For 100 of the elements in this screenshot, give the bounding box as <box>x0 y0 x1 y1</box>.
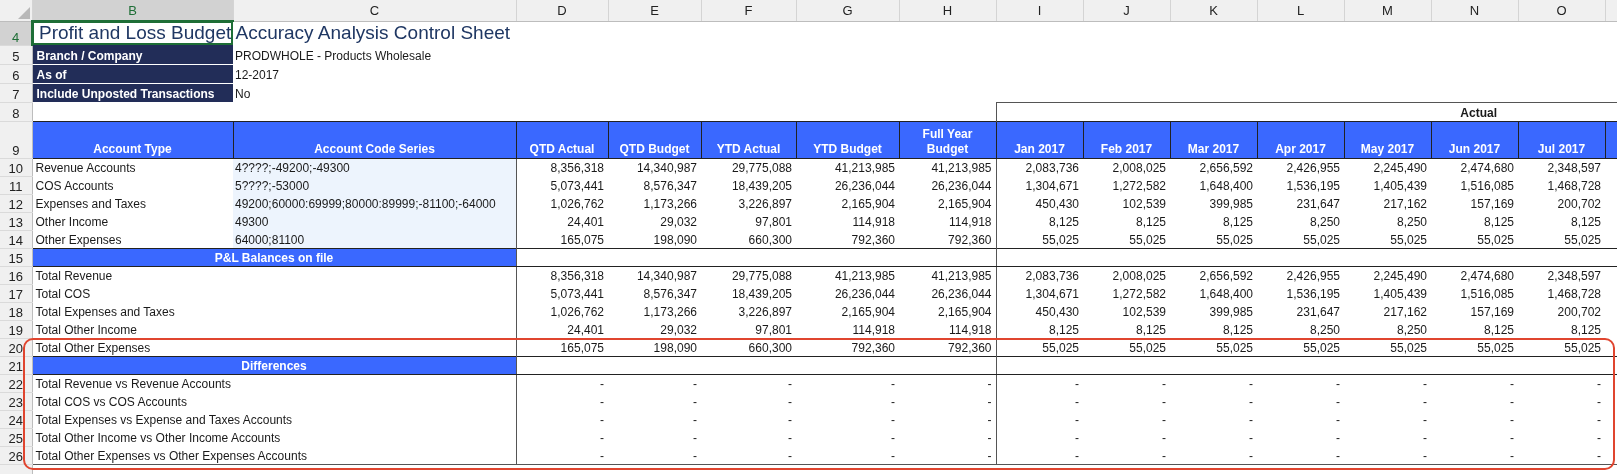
column-header[interactable]: K <box>1170 0 1257 21</box>
row-label: Total Other Expenses <box>32 338 516 356</box>
difference-cell-text: - <box>1161 430 1167 446</box>
amount-cell-text: 1,648,400 <box>1198 178 1254 194</box>
amount-cell-text: 200,702 <box>1556 304 1602 320</box>
amount-cell-text: 3,226,897 <box>737 304 793 320</box>
amount-cell-text: 1,468,728 <box>1546 178 1602 194</box>
difference-cell: - <box>796 446 899 464</box>
account-code: 5????;-53000 <box>233 176 516 194</box>
amount-cell-text: 3,226,897 <box>737 196 793 212</box>
amount-cell-text: 8,250 <box>1308 214 1341 230</box>
amount-cell: 14,340,987 <box>608 266 701 284</box>
row-header[interactable]: 4 <box>0 21 32 45</box>
row-label: Total Revenue vs Revenue Accounts <box>32 374 516 392</box>
difference-cell: - <box>996 446 1083 464</box>
difference-cell-text: - <box>890 394 896 410</box>
section-banner: P&L Balances on file <box>32 248 516 266</box>
column-title: YTD Actual <box>701 121 796 158</box>
amount-cell-text: 2,165,904 <box>840 304 896 320</box>
difference-cell-text: - <box>1422 430 1428 446</box>
amount-cell-text: 97,801 <box>754 214 793 230</box>
column-header[interactable]: M <box>1344 0 1431 21</box>
column-header[interactable]: J <box>1083 0 1170 21</box>
amount-cell-text: 157,169 <box>1469 196 1515 212</box>
row-label: Other Expenses <box>32 230 233 248</box>
column-header[interactable]: N <box>1431 0 1518 21</box>
difference-cell-text: - <box>1248 412 1254 428</box>
amount-cell: 24,401 <box>516 212 608 230</box>
difference-cell-text: - <box>1248 394 1254 410</box>
amount-cell: 114,918 <box>899 320 996 338</box>
column-title: YTD Budget <box>796 121 899 158</box>
amount-cell: 2,474,680 <box>1431 266 1518 284</box>
amount-cell: 8,356,318 <box>516 266 608 284</box>
amount-cell: 26,236,044 <box>899 176 996 194</box>
amount-cell: 29,775,088 <box>701 158 796 176</box>
column-header[interactable]: H <box>899 0 996 21</box>
amount-cell-text: 1,405,439 <box>1372 178 1428 194</box>
column-header[interactable]: E <box>608 0 701 21</box>
difference-cell: - <box>899 374 996 392</box>
amount-cell: 55,025 <box>1518 230 1605 248</box>
amount-cell: 792,360 <box>796 230 899 248</box>
difference-cell: - <box>796 374 899 392</box>
amount-cell-text: 8,125 <box>1482 322 1515 338</box>
row-label: Total COS <box>32 284 516 302</box>
amount-cell: 41,213,985 <box>899 158 996 176</box>
amount-cell-text: 1,516,085 <box>1459 286 1515 302</box>
difference-cell: - <box>899 410 996 428</box>
amount-cell-text: 231,647 <box>1295 304 1341 320</box>
column-title: Mar 2017 <box>1170 121 1257 158</box>
column-header[interactable]: B <box>32 0 233 21</box>
amount-cell: 5,073,441 <box>516 176 608 194</box>
difference-cell: - <box>701 446 796 464</box>
amount-cell-text: 114,918 <box>851 322 896 338</box>
difference-cell-text: - <box>890 430 896 446</box>
amount-cell: 450,430 <box>996 302 1083 320</box>
difference-cell: - <box>1170 446 1257 464</box>
column-header[interactable]: O <box>1518 0 1605 21</box>
difference-cell: - <box>996 392 1083 410</box>
amount-cell: 5,073,441 <box>516 284 608 302</box>
amount-cell-text: 1,173,266 <box>642 304 698 320</box>
amount-cell: 1,026,762 <box>516 194 608 212</box>
column-header[interactable]: G <box>796 0 899 21</box>
amount-cell: 2,083,736 <box>996 158 1083 176</box>
amount-cell-text: 1,468,728 <box>1546 286 1602 302</box>
amount-cell: 114,918 <box>899 212 996 230</box>
difference-cell: - <box>1344 446 1431 464</box>
amount-cell: 2,656,592 <box>1170 266 1257 284</box>
column-title: May 2017 <box>1344 121 1431 158</box>
difference-cell: - <box>516 428 608 446</box>
difference-cell-text: - <box>1248 430 1254 446</box>
column-title: Jun 2017 <box>1431 121 1518 158</box>
amount-cell: 41,213,985 <box>899 266 996 284</box>
column-header[interactable]: I <box>996 0 1083 21</box>
amount-cell: 55,025 <box>1431 338 1518 356</box>
amount-cell: 1,304,671 <box>996 284 1083 302</box>
difference-cell: - <box>516 392 608 410</box>
amount-cell: 165,075 <box>516 338 608 356</box>
amount-cell: 24,401 <box>516 320 608 338</box>
amount-cell: 2,245,490 <box>1344 266 1431 284</box>
amount-cell-text: 2,165,904 <box>840 196 896 212</box>
account-code: 49200;60000:69999;80000:89999;-81100;-64000 <box>233 194 516 212</box>
difference-cell: - <box>516 410 608 428</box>
row-label: Total Expenses and Taxes <box>32 302 516 320</box>
amount-cell-text: 1,536,195 <box>1285 178 1341 194</box>
column-header[interactable]: L <box>1257 0 1344 21</box>
field-label: Branch / Company <box>32 45 233 64</box>
field-value: 12-2017 <box>233 64 516 83</box>
column-header[interactable]: C <box>233 0 516 21</box>
difference-cell-text: - <box>1161 394 1167 410</box>
difference-cell: - <box>1518 446 1605 464</box>
row-header[interactable]: 9 <box>0 121 32 158</box>
difference-cell: - <box>1518 374 1605 392</box>
select-all-icon[interactable] <box>17 6 30 19</box>
difference-cell-text: - <box>1509 430 1515 446</box>
column-header[interactable]: D <box>516 0 608 21</box>
column-header[interactable]: F <box>701 0 796 21</box>
amount-cell: 26,236,044 <box>899 284 996 302</box>
row-label: Revenue Accounts <box>32 158 233 176</box>
amount-cell: 55,025 <box>1170 338 1257 356</box>
amount-cell: 792,360 <box>899 338 996 356</box>
